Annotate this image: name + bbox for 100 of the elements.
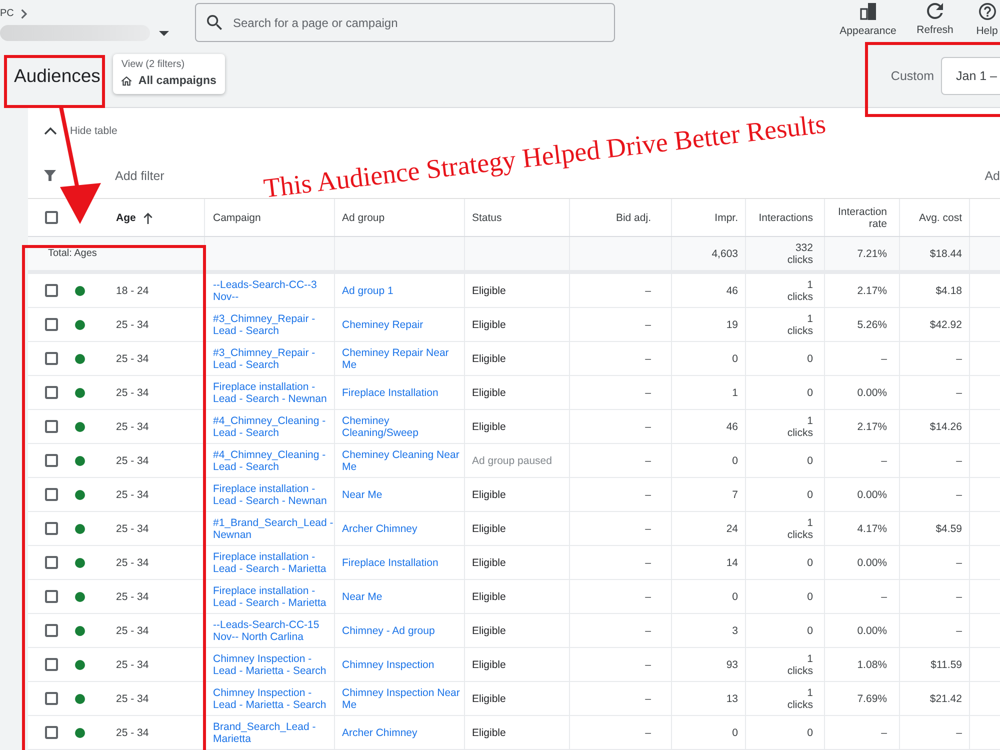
- bid-adjustment-cell: –: [645, 352, 651, 364]
- interaction-rate-cell: 0.00%: [857, 386, 887, 398]
- row-checkbox[interactable]: [45, 284, 58, 297]
- age-cell: 25 - 34: [116, 624, 149, 636]
- campaign-link[interactable]: Brand_Search_Lead - Marietta: [213, 720, 334, 744]
- campaign-link[interactable]: Fireplace installation - Lead - Search - Newnan: [213, 380, 334, 404]
- campaign-link[interactable]: #3_Chimney_Repair - Lead - Search: [213, 346, 334, 370]
- ad-group-link[interactable]: Cheminey Cleaning Near Me: [342, 448, 461, 472]
- campaign-link[interactable]: Fireplace installation - Lead - Search - Marietta: [213, 584, 334, 608]
- add-filter-button[interactable]: Add filter: [115, 168, 164, 182]
- column-header[interactable]: Interaction rate: [825, 206, 887, 230]
- campaign-link[interactable]: --Leads-Search-CC-15 Nov-- North Carlina: [213, 618, 334, 642]
- bid-adjustment-cell: –: [645, 284, 651, 296]
- bid-adjustment-cell: –: [645, 454, 651, 466]
- row-checkbox[interactable]: [45, 386, 58, 399]
- campaign-link[interactable]: #4_Chimney_Cleaning - Lead - Search: [213, 448, 334, 472]
- ad-group-link[interactable]: Archer Chimney: [342, 726, 418, 738]
- row-checkbox[interactable]: [45, 352, 58, 365]
- status-text: Eligible: [472, 556, 506, 568]
- campaign-link[interactable]: Fireplace installation - Lead - Search - Newnan: [213, 482, 334, 506]
- campaign-link[interactable]: Chimney Inspection - Lead - Marietta - Search: [213, 652, 334, 676]
- breadcrumb-link[interactable]: PC: [0, 8, 14, 20]
- bid-adjustment-cell: –: [645, 624, 651, 636]
- age-cell: 18 - 24: [116, 284, 149, 296]
- caret-down-icon[interactable]: [159, 30, 169, 36]
- campaign-link[interactable]: Chimney Inspection - Lead - Marietta - Search: [213, 686, 334, 710]
- ad-group-link[interactable]: Chimney Inspection: [342, 658, 434, 670]
- ad-group-link[interactable]: Chimney Inspection Near Me: [342, 686, 461, 710]
- row-checkbox[interactable]: [45, 726, 58, 739]
- ad-group-link[interactable]: Chimney - Ad group: [342, 624, 435, 636]
- row-checkbox[interactable]: [45, 318, 58, 331]
- interactions-cell: 0: [807, 590, 813, 602]
- bid-adjustment-cell: –: [645, 488, 651, 500]
- avg-cost-cell: –: [956, 624, 962, 636]
- row-checkbox[interactable]: [45, 692, 58, 705]
- bid-adjustment-cell: –: [645, 590, 651, 602]
- ad-group-link[interactable]: Ad group 1: [342, 284, 394, 296]
- avg-cost-cell: –: [956, 386, 962, 398]
- help-icon: [978, 3, 996, 20]
- campaign-link[interactable]: Fireplace installation - Lead - Search - Marietta: [213, 550, 334, 574]
- row-checkbox[interactable]: [45, 522, 58, 535]
- interaction-rate-cell: 1.08%: [857, 658, 887, 670]
- search-field[interactable]: Search for a page or campaign: [195, 3, 615, 42]
- toolbar-button[interactable]: Appearance: [838, 3, 898, 37]
- row-checkbox[interactable]: [45, 590, 58, 603]
- row-checkbox[interactable]: [45, 488, 58, 501]
- age-cell: 25 - 34: [116, 658, 149, 670]
- campaign-link[interactable]: #1_Brand_Search_Lead - Newnan: [213, 516, 334, 540]
- filter-icon[interactable]: [44, 170, 56, 181]
- toolbar-link[interactable]: Ad: [984, 168, 1000, 182]
- hide-table-button[interactable]: Hide table: [44, 124, 118, 136]
- view-filter-button[interactable]: View (2 filters) All campaigns: [113, 54, 226, 94]
- interactions-cell: 0: [807, 386, 813, 398]
- row-checkbox[interactable]: [45, 658, 58, 671]
- avg-cost-cell: –: [956, 590, 962, 602]
- avg-cost-cell: –: [956, 454, 962, 466]
- campaign-link[interactable]: #3_Chimney_Repair - Lead - Search: [213, 312, 334, 336]
- bid-adjustment-cell: –: [645, 318, 651, 330]
- column-header[interactable]: Impr.: [714, 212, 738, 224]
- bid-adjustment-cell: –: [645, 522, 651, 534]
- avg-cost-cell: $4.59: [936, 522, 962, 534]
- toolbar-button[interactable]: Help: [974, 3, 1000, 37]
- avg-cost-cell: $14.26: [930, 420, 962, 432]
- bid-adjustment-cell: –: [645, 726, 651, 738]
- column-header[interactable]: Interactions: [758, 212, 813, 224]
- interaction-rate-cell: –: [881, 590, 887, 602]
- ad-group-link[interactable]: Near Me: [342, 488, 382, 500]
- ad-group-link[interactable]: Archer Chimney: [342, 522, 418, 534]
- row-checkbox[interactable]: [45, 556, 58, 569]
- avg-cost-cell: $21.42: [930, 692, 962, 704]
- arrow-up-icon[interactable]: [142, 212, 153, 224]
- age-cell: 25 - 34: [116, 454, 149, 466]
- ad-group-link[interactable]: Fireplace Installation: [342, 556, 438, 568]
- row-checkbox[interactable]: [45, 454, 58, 467]
- column-header[interactable]: Age: [116, 212, 136, 224]
- column-header[interactable]: Campaign: [213, 212, 261, 224]
- chevron-right-icon: [20, 9, 27, 19]
- avg-cost-cell: –: [956, 726, 962, 738]
- ad-group-link[interactable]: Near Me: [342, 590, 382, 602]
- row-checkbox[interactable]: [45, 624, 58, 637]
- campaign-link[interactable]: --Leads-Search-CC--3 Nov--: [213, 278, 334, 302]
- interactions-cell: 0: [807, 454, 813, 466]
- bid-adjustment-cell: –: [645, 658, 651, 670]
- row-checkbox[interactable]: [45, 420, 58, 433]
- column-header[interactable]: Bid adj.: [616, 212, 651, 224]
- date-range-button[interactable]: Jan 1 –: [941, 57, 1000, 95]
- bid-adjustment-cell: –: [645, 556, 651, 568]
- select-all-checkbox[interactable]: [45, 211, 58, 224]
- ad-group-link[interactable]: Cheminey Cleaning/Sweep: [342, 414, 461, 438]
- bid-adjustment-cell: –: [645, 420, 651, 432]
- column-header[interactable]: Ad group: [342, 212, 385, 224]
- ad-group-link[interactable]: Cheminey Repair Near Me: [342, 346, 461, 370]
- column-header[interactable]: Avg. cost: [919, 212, 962, 224]
- campaign-link[interactable]: #4_Chimney_Cleaning - Lead - Search: [213, 414, 334, 438]
- bid-adjustment-cell: –: [645, 692, 651, 704]
- impressions-cell: 13: [726, 692, 738, 704]
- ad-group-link[interactable]: Cheminey Repair: [342, 318, 424, 330]
- toolbar-button[interactable]: Refresh: [915, 3, 955, 37]
- ad-group-link[interactable]: Fireplace Installation: [342, 386, 438, 398]
- column-header[interactable]: Status: [472, 212, 502, 224]
